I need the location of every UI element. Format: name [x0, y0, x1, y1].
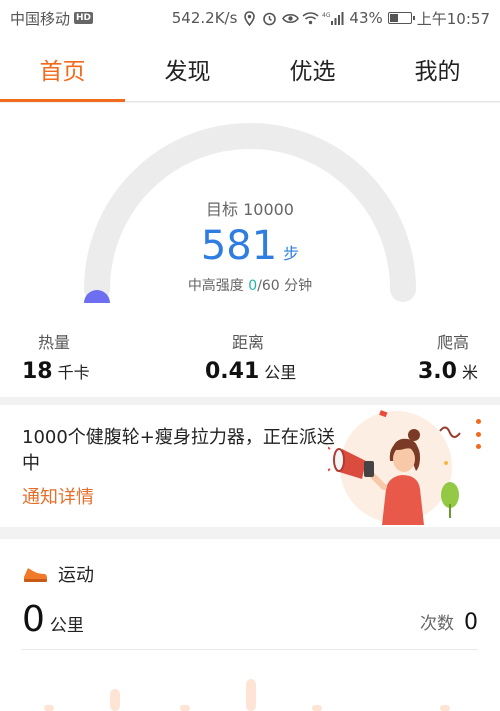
intensity-total: /60 分钟: [257, 278, 313, 294]
activity-bar: [44, 705, 54, 711]
sport-count: 次数 0: [420, 609, 478, 635]
activity-bar: [110, 689, 120, 711]
notice-card[interactable]: 1000个健腹轮+瘦身拉力器，正在派送中 通知详情: [0, 405, 500, 527]
distance-unit: 公里: [264, 363, 297, 382]
status-bar: 中国移动 HD 542.2K/s 4G 43% 上午10:57: [0, 0, 500, 36]
sport-count-value: 0: [464, 610, 478, 635]
sport-distance-value: 0: [22, 599, 45, 640]
step-count-value: 581: [200, 223, 278, 269]
step-goal: 目标 10000: [206, 200, 294, 219]
calories-unit: 千卡: [57, 363, 90, 382]
carrier-name: 中国移动: [10, 9, 71, 28]
calories-label: 热量: [38, 333, 71, 352]
eye-icon: [282, 11, 300, 26]
tab-discover[interactable]: 发现: [125, 36, 250, 101]
activity-bar: [440, 705, 450, 711]
tab-selected[interactable]: 优选: [250, 36, 375, 101]
sport-distance: 0 公里: [22, 599, 84, 640]
climb-metric: 爬高 3.0 米: [418, 329, 478, 384]
climb-unit: 米: [461, 363, 478, 382]
network-speed: 542.2K/s: [171, 9, 238, 27]
intensity-label: 中高强度: [187, 278, 244, 294]
distance-metric: 距离 0.41 公里: [205, 329, 296, 384]
alarm-icon: [262, 11, 277, 26]
clock: 上午10:57: [416, 9, 490, 28]
calories-value: 18: [22, 359, 53, 384]
sport-divider: [22, 649, 478, 650]
megaphone-illustration: [328, 410, 461, 525]
climb-label: 爬高: [436, 333, 469, 352]
distance-label: 距离: [232, 333, 265, 352]
wifi-icon: [302, 11, 319, 26]
battery-percent: 43%: [349, 9, 383, 27]
signal-icon: 4G: [322, 11, 344, 26]
network-type-label: 4G: [322, 12, 331, 19]
battery-level: [389, 14, 398, 22]
activity-bar: [246, 679, 256, 711]
step-count: 581 步: [0, 223, 500, 269]
battery-icon: [387, 12, 415, 24]
calories-metric: 热量 18 千卡: [22, 329, 90, 384]
climb-value: 3.0: [418, 359, 457, 384]
sport-header: 运动: [22, 561, 94, 587]
hd-icon: HD: [74, 12, 94, 24]
activity-bars: [44, 679, 450, 711]
tab-home[interactable]: 首页: [0, 36, 125, 102]
step-count-unit: 步: [283, 244, 300, 263]
sport-distance-unit: 公里: [49, 616, 84, 636]
intensity-minutes: 中高强度 0/60 分钟: [0, 275, 500, 295]
notice-details-link[interactable]: 通知详情: [22, 483, 94, 509]
notice-message: 1000个健腹轮+瘦身拉力器，正在派送中: [22, 427, 335, 474]
location-icon: [242, 10, 257, 26]
sport-count-label: 次数: [420, 614, 454, 634]
sport-card[interactable]: 运动 0 公里 次数 0: [0, 539, 500, 711]
distance-value: 0.41: [205, 359, 260, 384]
activity-bar: [312, 705, 322, 711]
top-tab-bar: 首页 发现 优选 我的: [0, 36, 500, 102]
daily-summary-card[interactable]: 目标 10000 581 步 中高强度 0/60 分钟 热量 18 千卡 距离 0.…: [0, 103, 500, 397]
activity-bar: [180, 705, 190, 711]
intensity-current: 0: [248, 278, 258, 294]
running-shoe-icon: [24, 568, 47, 582]
tab-me[interactable]: 我的: [375, 36, 500, 101]
more-options-icon[interactable]: [474, 419, 482, 449]
sport-title: 运动: [58, 565, 94, 586]
